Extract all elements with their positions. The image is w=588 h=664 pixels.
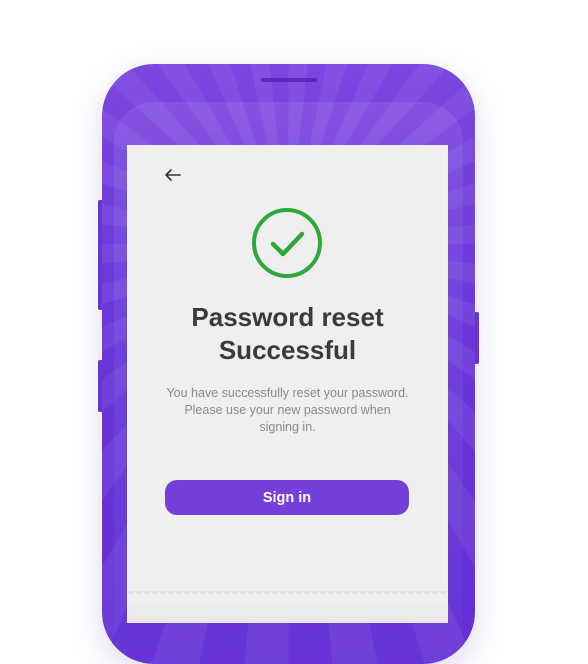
check-circle-icon [251, 207, 323, 279]
title-line-2: Successful [218, 335, 357, 365]
description-line-2: Please use your new password when [184, 403, 391, 417]
back-arrow-icon[interactable] [163, 165, 183, 185]
phone-speaker [260, 78, 317, 82]
app-screen: Password reset Successful You have succe… [127, 145, 448, 623]
page-title: Password reset Successful [127, 301, 448, 367]
sign-in-button[interactable]: Sign in [165, 480, 409, 515]
description-line-1: You have successfully reset your passwor… [166, 386, 409, 400]
title-line-1: Password reset [191, 302, 384, 332]
screen-bottom-shadow [127, 599, 448, 623]
screen-bottom-edge [127, 591, 448, 599]
description-text: You have successfully reset your passwor… [157, 385, 418, 436]
description-line-3: signing in. [259, 420, 316, 434]
